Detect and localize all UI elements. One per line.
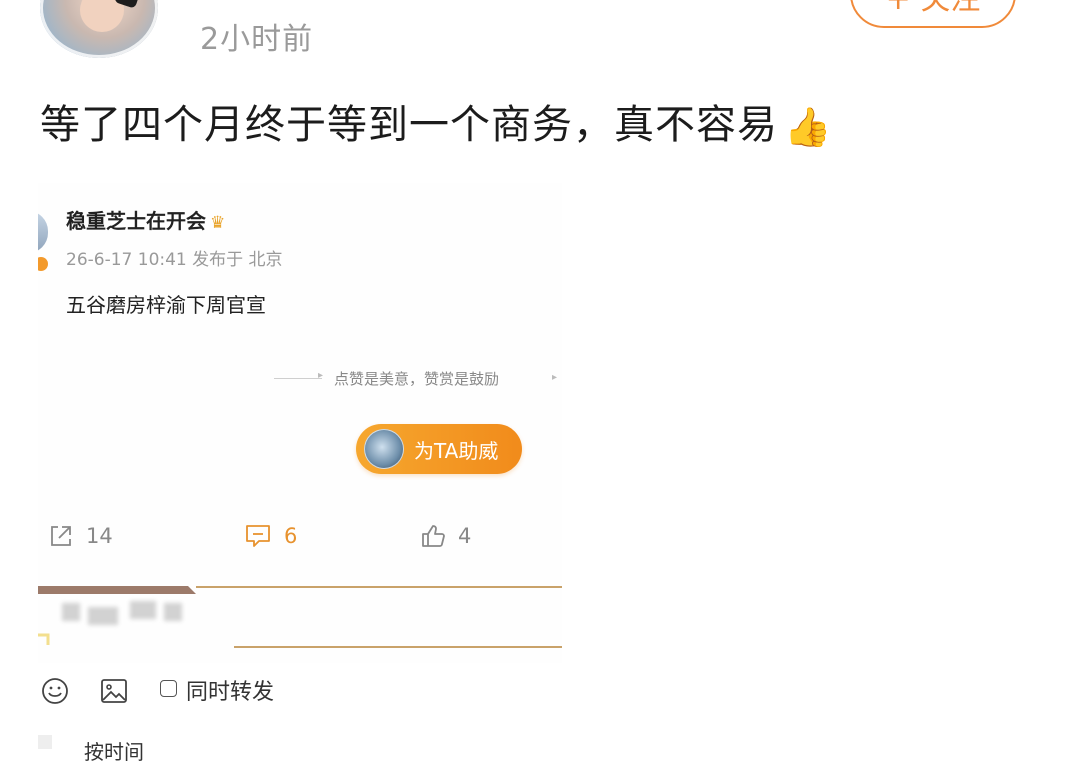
image-icon[interactable] bbox=[99, 676, 129, 706]
blurred-username-3 bbox=[130, 601, 156, 619]
screenshot-username: 稳重芝士在开会 ♛ bbox=[66, 205, 225, 234]
like-count: 4 bbox=[458, 524, 472, 548]
avatar-ring bbox=[40, 0, 158, 58]
screenshot-username-text: 稳重芝士在开会 bbox=[66, 209, 206, 233]
cheer-button[interactable]: 为TA助威 bbox=[356, 424, 522, 474]
divider-arrow-icon: ▸ bbox=[318, 370, 324, 381]
share-action[interactable]: 14 bbox=[48, 523, 113, 549]
follow-button[interactable]: + 关注 bbox=[850, 0, 1016, 28]
thumbs-up-icon: 👍 bbox=[784, 105, 833, 149]
comment-action[interactable]: 6 bbox=[244, 523, 297, 549]
blurred-username-4 bbox=[164, 603, 182, 621]
divider-line bbox=[274, 378, 322, 379]
post-text-body: 等了四个月终于等到一个商务，真不容易 bbox=[40, 102, 778, 148]
repost-label[interactable]: 同时转发 bbox=[186, 674, 274, 706]
sort-by-time[interactable]: 按时间 bbox=[84, 736, 144, 765]
share-icon bbox=[51, 526, 71, 546]
like-icon bbox=[422, 525, 445, 547]
comment-icon bbox=[246, 525, 270, 547]
cheer-label: 为TA助威 bbox=[414, 438, 499, 463]
post-time: 2小时前 bbox=[200, 22, 314, 57]
blurred-username-2 bbox=[88, 607, 118, 625]
sort-icon bbox=[38, 735, 52, 749]
vip-badge-icon bbox=[38, 257, 48, 271]
divider-dot-icon: ▸ bbox=[552, 372, 558, 383]
emoji-icon[interactable] bbox=[40, 676, 70, 706]
user-avatar[interactable] bbox=[40, 0, 158, 58]
screenshot-meta: 26-6-17 10:41 发布于 北京 bbox=[66, 250, 283, 270]
comment-count: 6 bbox=[284, 524, 298, 548]
cheer-avatar bbox=[364, 429, 404, 469]
share-count: 14 bbox=[86, 524, 113, 548]
repost-checkbox[interactable] bbox=[160, 680, 177, 697]
reward-divider-text: 点赞是美意，赞赏是鼓励 bbox=[334, 370, 500, 388]
like-action[interactable]: 4 bbox=[420, 523, 471, 549]
embedded-screenshot[interactable]: 稳重芝士在开会 ♛ 26-6-17 10:41 发布于 北京 五谷磨房梓渝下周官宣… bbox=[38, 183, 562, 663]
crown-icon: ♛ bbox=[210, 213, 226, 233]
post-text: 等了四个月终于等到一个商务，真不容易 👍 bbox=[40, 92, 832, 150]
screenshot-avatar bbox=[38, 211, 48, 253]
blurred-username bbox=[62, 603, 80, 621]
screenshot-content: 五谷磨房梓渝下周官宣 bbox=[66, 293, 266, 317]
